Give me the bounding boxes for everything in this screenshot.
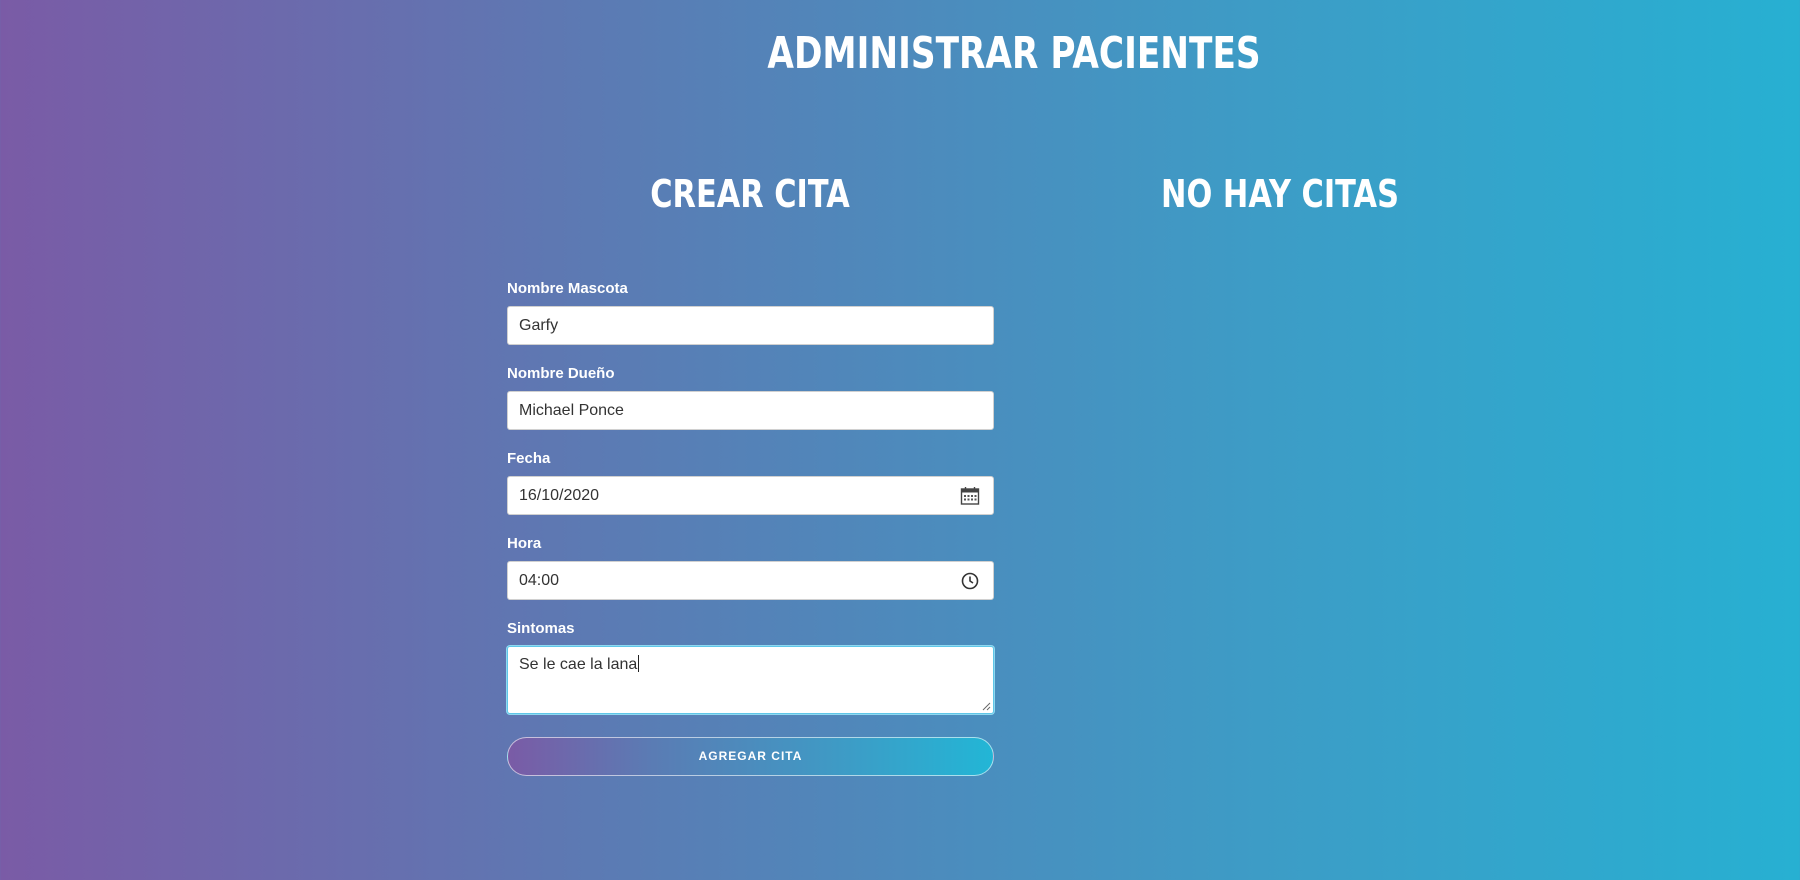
time-input[interactable]: 04:00	[507, 561, 994, 600]
date-input[interactable]: 16/10/2020	[507, 476, 994, 515]
page-title: Administrar Pacientes	[767, 28, 1261, 79]
symptoms-value: Se le cae la lana	[519, 656, 638, 673]
date-value: 16/10/2020	[519, 487, 600, 504]
resize-grip-icon[interactable]	[982, 702, 991, 711]
time-value: 04:00	[519, 572, 560, 589]
date-label: Fecha	[507, 450, 551, 467]
pet-name-label: Nombre Mascota	[507, 280, 628, 297]
owner-name-label: Nombre Dueño	[507, 365, 615, 382]
text-caret	[638, 655, 640, 672]
appointment-form: Nombre Mascota Garfy Nombre Dueño Michae…	[507, 280, 994, 776]
clock-icon[interactable]	[960, 571, 980, 591]
pet-name-input[interactable]: Garfy	[507, 306, 994, 345]
time-label: Hora	[507, 535, 542, 552]
add-appointment-button[interactable]: Agregar Cita	[507, 737, 994, 776]
appointments-list-title: No hay citas	[1161, 172, 1399, 216]
symptoms-label: Sintomas	[507, 620, 575, 637]
owner-name-input[interactable]: Michael Ponce	[507, 391, 994, 430]
create-appointment-title: Crear Cita	[650, 172, 850, 216]
pet-name-value: Garfy	[519, 317, 559, 334]
symptoms-textarea[interactable]: Se le cae la lana	[507, 646, 994, 714]
owner-name-value: Michael Ponce	[519, 402, 624, 419]
calendar-icon[interactable]	[960, 486, 980, 506]
